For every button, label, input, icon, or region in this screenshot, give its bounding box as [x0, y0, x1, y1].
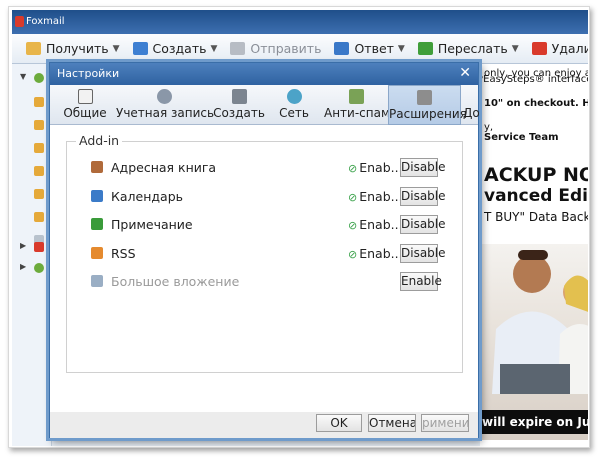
addin-row-address-book: Адресная книга ⊘ Enab... Disable [67, 157, 462, 179]
tree-item[interactable] [20, 188, 50, 200]
app-title: Foxmail [26, 16, 65, 27]
tab-general[interactable]: Общие [58, 85, 112, 125]
pen-icon [132, 42, 148, 55]
expand-icon[interactable]: ▼ [20, 72, 26, 81]
preview-line: 10" on checkout. Hurry! t [484, 98, 588, 109]
dialog-body: Add-in Адресная книга ⊘ Enab... Disable К… [50, 125, 478, 412]
settings-dialog: Настройки ✕ Общие Учетная запись Создать… [49, 62, 479, 438]
address-book-icon [91, 161, 103, 173]
tree-item[interactable] [20, 142, 50, 154]
general-icon [77, 89, 93, 104]
chevron-down-icon[interactable]: ▼ [113, 44, 120, 54]
compose-icon [231, 89, 247, 104]
preview-headline: vanced Editi [484, 186, 588, 206]
create-button[interactable]: Создать ▼ [132, 41, 218, 56]
tab-account[interactable]: Учетная запись [116, 85, 214, 125]
extensions-icon [417, 90, 432, 105]
folder-icon [34, 189, 44, 199]
folder-icon [34, 120, 44, 130]
foxmail-logo-icon [15, 16, 24, 27]
addin-row-notes: Примечание ⊘ Enab... Disable [67, 214, 462, 236]
folder-icon [34, 212, 44, 222]
folder-icon [34, 166, 44, 176]
addin-group: Add-in Адресная книга ⊘ Enab... Disable К… [66, 133, 463, 373]
main-toolbar: Получить ▼ Создать ▼ Отправить Ответ ▼ Пере… [12, 34, 588, 64]
get-mail-icon [26, 42, 41, 55]
check-icon: ⊘ [348, 248, 358, 261]
note-icon [91, 218, 103, 230]
shield-icon [348, 89, 364, 104]
cancel-button[interactable]: Отмена [368, 414, 416, 432]
disable-button[interactable]: Disable [400, 244, 446, 263]
tab-extensions[interactable]: Расширения [388, 85, 467, 125]
group-title: Add-in [76, 133, 123, 148]
email-preview: only, you can enjoy an ext syEasySteps® … [480, 64, 588, 446]
tree-item-account[interactable]: ▶ [20, 262, 50, 274]
get-mail-button[interactable]: Получить ▼ [26, 41, 120, 56]
check-icon: ⊘ [348, 191, 358, 204]
addin-row-calendar: Календарь ⊘ Enab... Disable [67, 186, 462, 208]
preview-headline: ACKUP NO [484, 164, 588, 186]
preview-line: syEasySteps® interface. [480, 74, 588, 85]
reply-button[interactable]: Ответ ▼ [334, 41, 405, 56]
dialog-titlebar: Настройки ✕ [50, 63, 478, 85]
tree-item[interactable] [20, 119, 50, 131]
close-icon[interactable]: ✕ [459, 65, 471, 81]
ok-button[interactable]: OK [316, 414, 362, 432]
dialog-title: Настройки [57, 67, 120, 80]
tree-item[interactable] [20, 96, 50, 108]
status-badge: ⊘ Enab... [348, 160, 403, 175]
app-titlebar: Foxmail [12, 10, 588, 34]
status-badge: ⊘ Enab... [348, 246, 403, 261]
expand-icon[interactable]: ▶ [20, 241, 26, 250]
tree-item-gmail[interactable]: ▶ [20, 241, 50, 253]
network-icon [286, 89, 302, 104]
folder-icon [34, 97, 44, 107]
delete-x-icon [531, 42, 547, 55]
tree-item[interactable] [20, 211, 50, 223]
preview-footer-banner: will expire on June [480, 410, 588, 434]
tab-antispam[interactable]: Анти-спам [324, 85, 390, 125]
preview-headline: T BUY" Data Backu [484, 210, 588, 224]
preview-line: Service Team [484, 132, 559, 143]
disable-button[interactable]: Disable [400, 215, 446, 234]
more-icon [464, 89, 479, 104]
tab-network[interactable]: Сеть [272, 85, 316, 125]
disable-button[interactable]: Disable [400, 187, 446, 206]
tab-compose[interactable]: Создать [212, 85, 266, 125]
forward-arrow-icon [417, 42, 433, 55]
settings-tabs: Общие Учетная запись Создать Сеть Анти-с… [50, 85, 479, 125]
large-attachment-icon [91, 275, 103, 287]
addin-row-rss: RSS ⊘ Enab... Disable [67, 243, 462, 265]
tab-more[interactable]: До [463, 85, 479, 125]
enable-button[interactable]: Enable [400, 272, 442, 291]
dialog-footer: OK Отмена рименить [50, 412, 478, 438]
tree-item[interactable] [20, 165, 50, 177]
send-icon [230, 42, 246, 55]
chevron-down-icon[interactable]: ▼ [398, 44, 405, 54]
forward-button[interactable]: Переслать ▼ [417, 41, 519, 56]
status-badge: ⊘ Enab... [348, 189, 403, 204]
folder-icon [34, 143, 44, 153]
calendar-icon [91, 190, 103, 202]
account-icon [34, 73, 44, 83]
rss-icon [91, 247, 103, 259]
account-icon [34, 263, 44, 273]
chevron-down-icon[interactable]: ▼ [512, 44, 519, 54]
expand-icon[interactable]: ▶ [20, 262, 26, 271]
check-icon: ⊘ [348, 162, 358, 175]
reply-arrow-icon [334, 42, 350, 55]
check-icon: ⊘ [348, 219, 358, 232]
status-badge: ⊘ Enab... [348, 217, 403, 232]
send-button[interactable]: Отправить [230, 41, 321, 56]
tree-item-account[interactable]: ▼ [20, 72, 50, 84]
folder-tree: ▼ ▶ ▶ [12, 64, 52, 446]
chevron-down-icon[interactable]: ▼ [211, 44, 218, 54]
gmail-icon [34, 242, 44, 252]
account-icon [156, 89, 172, 104]
disable-button[interactable]: Disable [400, 158, 446, 177]
delete-button[interactable]: Удалить [531, 41, 588, 56]
addin-row-large-attachment: Большое вложение Enable [67, 271, 462, 293]
apply-button[interactable]: рименить [421, 414, 469, 432]
